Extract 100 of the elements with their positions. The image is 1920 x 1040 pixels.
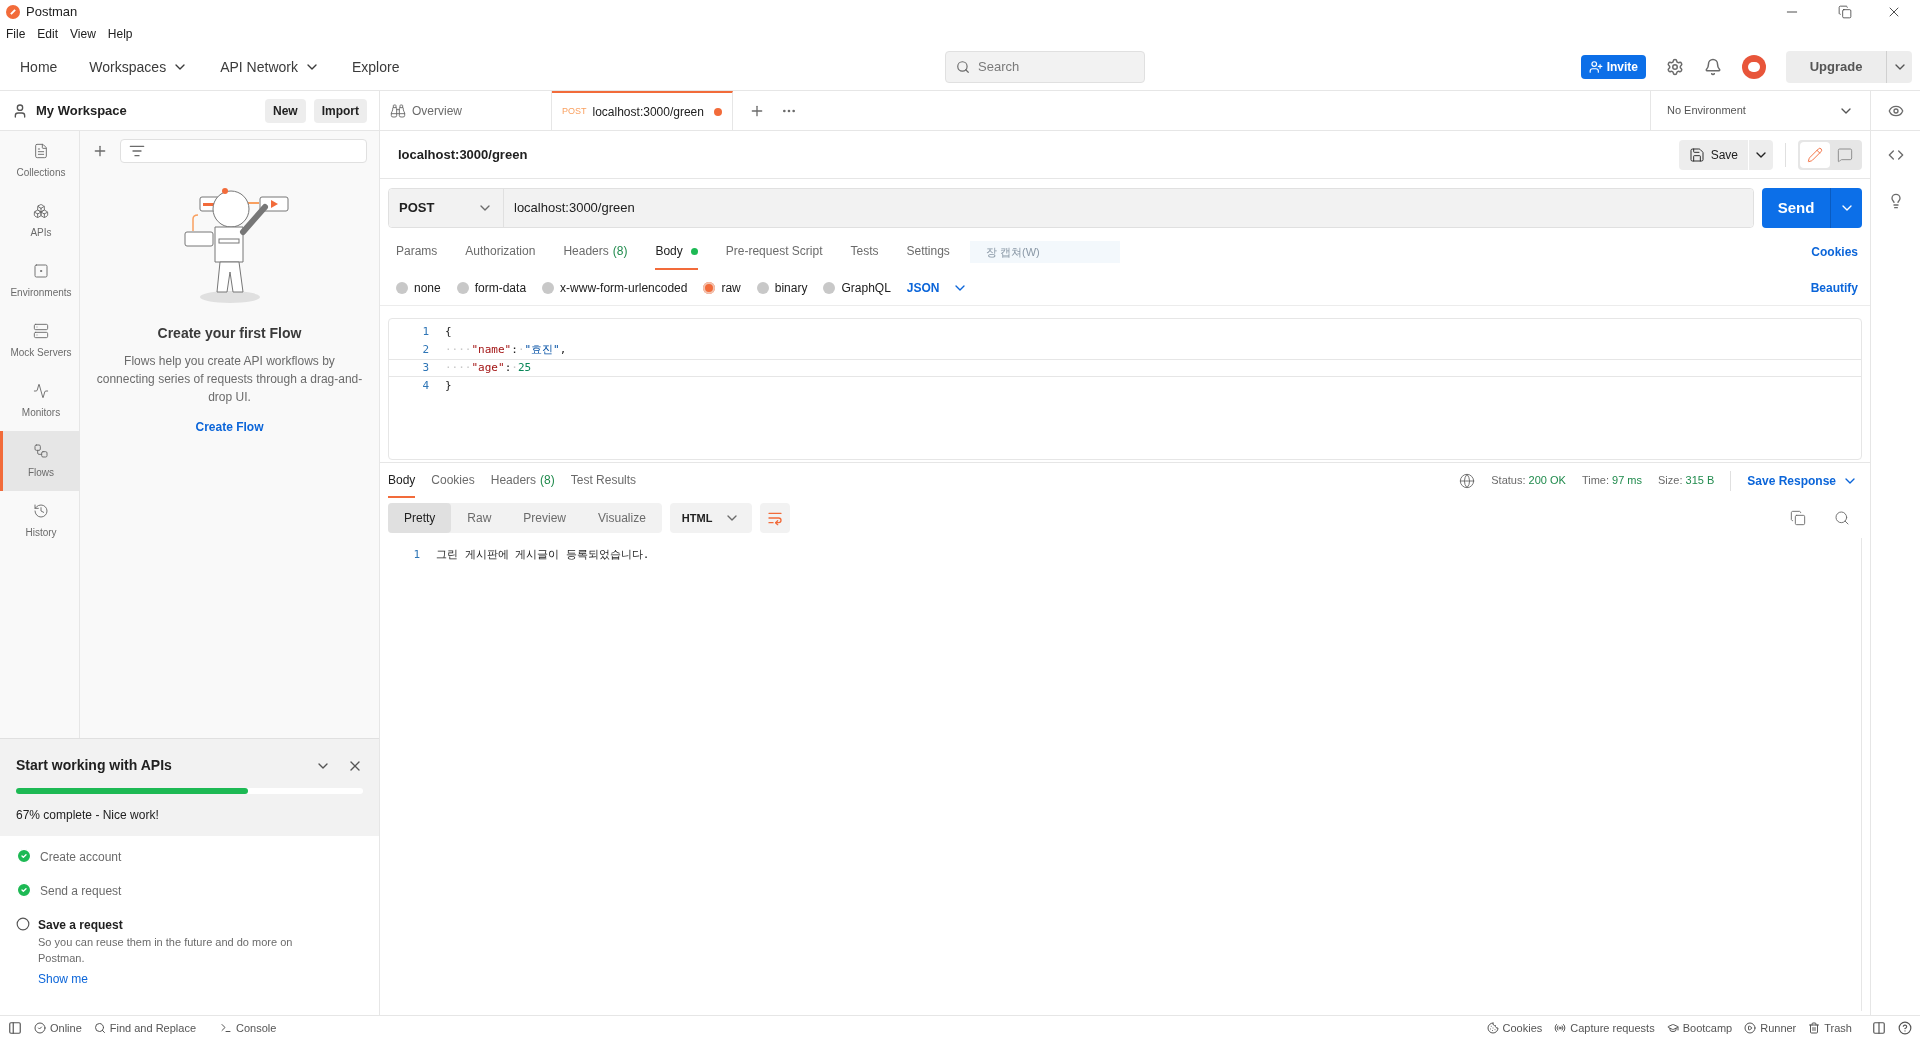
search-field[interactable]: Search	[945, 51, 1146, 83]
status-bar-item[interactable]: Runner	[1744, 1019, 1797, 1037]
status-bar-item[interactable]: Online	[34, 1019, 82, 1037]
mock-icon	[33, 322, 49, 339]
status-bar-item[interactable]: Trash	[1808, 1019, 1852, 1037]
status-bar-item[interactable]: Console	[220, 1019, 277, 1037]
response-view-tab[interactable]: Pretty	[388, 503, 452, 533]
filter-field[interactable]	[120, 139, 367, 163]
request-section-tab[interactable]: Pre-request Script	[725, 234, 823, 270]
search-icon	[956, 59, 971, 75]
response-format-select[interactable]: HTML	[669, 503, 753, 533]
workspace-name[interactable]: My Workspace	[36, 100, 257, 121]
body-type-radio[interactable]: none	[396, 278, 441, 297]
capture-tooltip: 장 캡쳐(W)	[970, 241, 1120, 263]
request-name[interactable]: localhost:3000/green	[398, 144, 1679, 165]
body-type-radio[interactable]: binary	[756, 278, 808, 297]
menu-item[interactable]: File	[6, 25, 26, 43]
search-icon[interactable]	[1834, 510, 1850, 526]
body-type-radio[interactable]: x-www-form-urlencoded	[542, 278, 688, 297]
restore-icon[interactable]	[1838, 5, 1852, 19]
nav-item[interactable]: API Network	[220, 56, 320, 78]
runner-icon	[1744, 1022, 1757, 1034]
upgrade-button[interactable]: Upgrade	[1786, 51, 1886, 83]
request-section-tab[interactable]: Headers (8)	[563, 234, 628, 270]
two-pane-icon[interactable]	[1872, 1021, 1886, 1035]
upgrade-dropdown-button[interactable]	[1886, 51, 1912, 83]
sidebar-item[interactable]: Environments	[0, 251, 79, 311]
save-response-button[interactable]: Save Response	[1747, 471, 1858, 490]
sidebar-item[interactable]: Mock Servers	[0, 311, 79, 371]
save-dropdown-button[interactable]	[1749, 139, 1773, 170]
bootcamp-icon	[1666, 1022, 1679, 1034]
code-editor[interactable]: 1 { 2 ····"name":·"효진", 3 ····"age":·25 4 }	[388, 318, 1862, 460]
globe-icon	[1459, 472, 1476, 489]
nav-item[interactable]: Explore	[351, 56, 400, 78]
status-bar-item[interactable]: Capture requests	[1554, 1019, 1655, 1037]
add-user-icon	[1588, 60, 1603, 74]
sidebar-item[interactable]: Monitors	[0, 371, 79, 431]
avatar[interactable]	[1742, 55, 1766, 79]
status-bar-item[interactable]: Bootcamp	[1666, 1019, 1733, 1037]
request-tab[interactable]: POST localhost:3000/green	[552, 91, 733, 130]
show-me-link[interactable]: Show me	[38, 970, 363, 988]
code-line: {	[445, 323, 452, 340]
sidebar-item[interactable]: Flows	[0, 431, 79, 491]
response-tab[interactable]: Body	[388, 463, 416, 498]
task-label[interactable]: Create account	[40, 848, 122, 866]
save-button[interactable]: Save	[1678, 139, 1748, 170]
menu-item[interactable]: Edit	[37, 25, 59, 43]
request-section-tab[interactable]: Authorization	[465, 234, 536, 270]
environment-select[interactable]: No Environment	[1650, 91, 1870, 130]
invite-button[interactable]: Invite	[1580, 55, 1646, 79]
flows-icon	[33, 442, 49, 459]
workspace-button[interactable]: Import	[313, 98, 367, 123]
code-icon[interactable]	[1887, 147, 1904, 163]
search-input[interactable]: Search	[978, 57, 1135, 77]
cookies-link[interactable]: Cookies	[1811, 243, 1858, 261]
tab-label: Overview	[412, 102, 462, 120]
pencil-icon	[1807, 146, 1823, 163]
menu-item[interactable]: View	[70, 25, 96, 43]
copy-icon[interactable]	[1790, 510, 1806, 526]
task-label[interactable]: Save a request	[38, 916, 363, 934]
sidebar-toggle-icon[interactable]	[8, 1021, 22, 1035]
send-dropdown-button[interactable]	[1830, 188, 1862, 228]
request-section-tab[interactable]: Settings	[906, 234, 950, 270]
nav-item[interactable]: Workspaces	[89, 56, 189, 78]
response-view-tab[interactable]: Visualize	[582, 503, 662, 533]
method-label: POST	[562, 104, 587, 118]
sidebar-item[interactable]: History	[0, 491, 79, 551]
response-view-tab[interactable]: Raw	[451, 503, 508, 533]
monitors-icon	[33, 382, 49, 399]
plus-icon[interactable]	[92, 143, 108, 159]
nav-item[interactable]: Home	[20, 56, 58, 78]
menu-item[interactable]: Help	[107, 25, 133, 43]
request-section-tab[interactable]: Body	[655, 234, 698, 270]
code-line: ····"age":·25	[445, 359, 532, 376]
workspace-button[interactable]: New	[264, 98, 306, 123]
bell-icon[interactable]	[1704, 58, 1722, 76]
help-icon[interactable]	[1898, 1021, 1912, 1035]
create-flow-link[interactable]: Create Flow	[195, 418, 264, 436]
status-bar-item[interactable]: Find and Replace	[93, 1019, 197, 1037]
send-button[interactable]: Send	[1762, 188, 1830, 228]
beautify-link[interactable]: Beautify	[1810, 278, 1858, 297]
status-bar-item[interactable]: Cookies	[1486, 1019, 1543, 1037]
body-type-radio[interactable]: raw	[703, 278, 741, 297]
response-view-tab[interactable]: Preview	[507, 503, 583, 533]
task-label[interactable]: Send a request	[40, 882, 122, 900]
wrap-text-icon	[767, 510, 784, 526]
format-select[interactable]: JSON	[906, 278, 968, 297]
trash-icon	[1808, 1022, 1821, 1034]
response-tab[interactable]: Cookies	[431, 463, 475, 498]
settings-icon[interactable]	[1666, 58, 1684, 76]
request-section-tab[interactable]: Tests	[850, 234, 879, 270]
empty-state-title: Create your first Flow	[157, 324, 302, 343]
response-tab[interactable]: Test Results	[570, 463, 637, 498]
sidebar-item[interactable]: APIs	[0, 191, 79, 251]
request-section-tab[interactable]: Params	[396, 234, 438, 270]
body-type-radio[interactable]: form-data	[456, 278, 527, 297]
sidebar-item[interactable]: Collections	[0, 131, 79, 191]
response-tab[interactable]: Headers (8)	[490, 463, 555, 498]
body-type-radio[interactable]: GraphQL	[823, 278, 891, 297]
wrap-text-button[interactable]	[760, 503, 791, 533]
